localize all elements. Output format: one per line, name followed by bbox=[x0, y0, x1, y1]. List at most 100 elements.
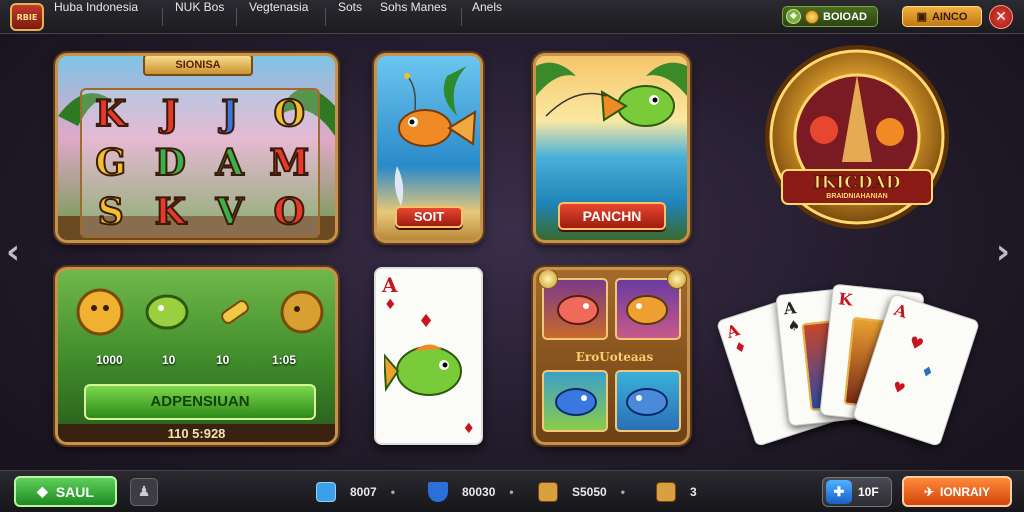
pension-button[interactable]: ADPENSIUAN bbox=[84, 384, 316, 420]
nav-divider bbox=[162, 8, 163, 26]
sell-label: SAUL bbox=[55, 483, 94, 500]
slot-symbol: K bbox=[94, 92, 127, 136]
heart-icon: ♥ bbox=[906, 332, 927, 355]
tv-icon bbox=[316, 482, 336, 502]
game-tile-coins[interactable]: 1000 10 10 1:05 ADPENSIUAN 110 5:928 bbox=[55, 267, 338, 445]
add-funds-button[interactable]: ▣ AINCO bbox=[902, 6, 982, 27]
slot-symbol: V bbox=[215, 190, 245, 234]
add-funds-label: AINCO bbox=[931, 10, 968, 23]
game-tile-card[interactable]: A ♦ ♦ ♦ bbox=[374, 267, 483, 445]
slot-symbol: G bbox=[94, 141, 127, 185]
coin-value: 1:05 bbox=[272, 353, 297, 367]
stat-value: 8007 bbox=[350, 485, 377, 499]
balance-display[interactable]: ◆ BOIOAD bbox=[782, 6, 878, 27]
app-logo[interactable]: RBIE bbox=[10, 3, 44, 31]
grid-cell bbox=[542, 370, 608, 432]
coin-value: 10 bbox=[216, 353, 230, 367]
gem-icon bbox=[538, 270, 558, 289]
slot-symbol: J bbox=[161, 92, 180, 136]
spade-icon: ♠ bbox=[786, 317, 802, 336]
stat-group: 80030 • bbox=[428, 480, 514, 504]
sell-button[interactable]: ◆ SAUL bbox=[14, 476, 117, 507]
user-icon[interactable]: ♟ bbox=[130, 478, 158, 506]
top-bar: RBIE Huba Indonesia NUK Bos Vegtenasia S… bbox=[0, 0, 1024, 34]
stat-group: 3 bbox=[656, 480, 697, 504]
nav-divider bbox=[325, 8, 326, 26]
grid-cell bbox=[615, 370, 681, 432]
balance-value: BOIOAD bbox=[823, 10, 867, 23]
stat-value: S5050 bbox=[572, 485, 607, 499]
coin-icon bbox=[805, 9, 819, 24]
nav-item-vegtenasia[interactable]: Vegtenasia bbox=[239, 0, 318, 34]
coin-footer-value: 110 5:928 bbox=[58, 424, 335, 442]
close-icon[interactable]: ✕ bbox=[989, 5, 1013, 29]
money-label: IONRAIY bbox=[940, 484, 991, 499]
diamond-icon: ♦ bbox=[732, 338, 750, 358]
grid-title: EroUoteaas bbox=[575, 350, 654, 364]
separator-dot: • bbox=[620, 485, 625, 499]
coin-icon bbox=[280, 290, 324, 334]
nav-item-sots[interactable]: Sots bbox=[328, 0, 372, 34]
coin-value: 10 bbox=[162, 353, 176, 367]
bone-icon bbox=[220, 300, 249, 324]
wallet-icon: ▣ bbox=[916, 11, 927, 23]
nav-item-anels[interactable]: Anels bbox=[462, 0, 512, 34]
separator-dot: • bbox=[509, 485, 514, 499]
game-tile-fishing[interactable]: SOIT bbox=[374, 53, 483, 243]
diamond-icon: ♦ bbox=[384, 297, 397, 313]
nav-item-nuk[interactable]: NUK Bos bbox=[165, 0, 234, 34]
coin-row bbox=[76, 288, 326, 336]
play-button[interactable]: PANCHN bbox=[558, 202, 666, 230]
stat-value: 3 bbox=[690, 485, 697, 499]
game-tile-fish-grid[interactable]: EroUoteaas bbox=[533, 267, 690, 445]
stat-group: S5050 • bbox=[538, 480, 625, 504]
gem-icon bbox=[667, 270, 687, 289]
diamond-icon: ♦ bbox=[462, 421, 475, 437]
game-tile-fishing-beach[interactable]: PANCHN bbox=[533, 53, 690, 243]
card-rank: A bbox=[782, 298, 798, 319]
stat-value: 80030 bbox=[462, 485, 496, 499]
slot-symbol: O bbox=[273, 190, 306, 234]
card-rank: A bbox=[724, 320, 742, 343]
plane-icon: ✈ bbox=[923, 484, 935, 499]
play-button[interactable]: SOIT bbox=[395, 206, 463, 228]
fish-icon bbox=[626, 388, 668, 416]
fish-icon bbox=[384, 344, 462, 396]
coin-icon bbox=[76, 288, 124, 336]
boost-value: 10F bbox=[858, 485, 879, 499]
nav-item-huba[interactable]: Huba Indonesia bbox=[44, 0, 148, 34]
slot-symbol: A bbox=[215, 141, 245, 185]
diamond-icon: ♦ bbox=[918, 362, 936, 383]
chevron-right-icon[interactable]: › bbox=[996, 232, 1010, 272]
gem-icon: ◆ bbox=[786, 9, 801, 24]
box-icon bbox=[538, 482, 558, 502]
diamond-icon: ♦ bbox=[418, 311, 435, 332]
game-tile-slot[interactable]: SIONISA K J J O G D A M S K V O bbox=[55, 53, 338, 243]
fish-icon bbox=[626, 295, 668, 325]
shield-icon bbox=[428, 482, 448, 502]
slot-symbol: K bbox=[154, 190, 187, 234]
nav-divider bbox=[236, 8, 237, 26]
jackpot-wheel[interactable]: IKICDAD BRAIDNIAHANIAN bbox=[762, 42, 952, 232]
stat-group: 8007 • bbox=[316, 480, 395, 504]
slot-symbol: D bbox=[154, 141, 187, 185]
nav-item-sohs[interactable]: Sohs Manes bbox=[370, 0, 457, 34]
slot-symbol: O bbox=[273, 92, 306, 136]
card-rank: A bbox=[891, 299, 910, 322]
boost-button[interactable]: ✚ 10F bbox=[822, 477, 892, 507]
jackpot-icon bbox=[765, 45, 949, 229]
fish-icon bbox=[145, 294, 189, 330]
slot-symbol: J bbox=[220, 92, 239, 136]
chevron-left-icon[interactable]: ‹ bbox=[6, 232, 20, 272]
fish-icon bbox=[557, 295, 599, 325]
coin-value: 1000 bbox=[96, 353, 123, 367]
slot-title-banner: SIONISA bbox=[143, 56, 253, 76]
separator-dot: • bbox=[390, 485, 395, 499]
money-button[interactable]: ✈ IONRAIY bbox=[902, 476, 1012, 507]
jackpot-subtitle: BRAIDNIAHANIAN bbox=[826, 193, 888, 200]
jackpot-title: IKICDAD bbox=[813, 173, 901, 194]
card-icon bbox=[656, 482, 676, 502]
card-rank: A bbox=[382, 273, 398, 297]
heart-icon: ♥ bbox=[890, 379, 908, 399]
slot-symbol: M bbox=[268, 141, 310, 185]
